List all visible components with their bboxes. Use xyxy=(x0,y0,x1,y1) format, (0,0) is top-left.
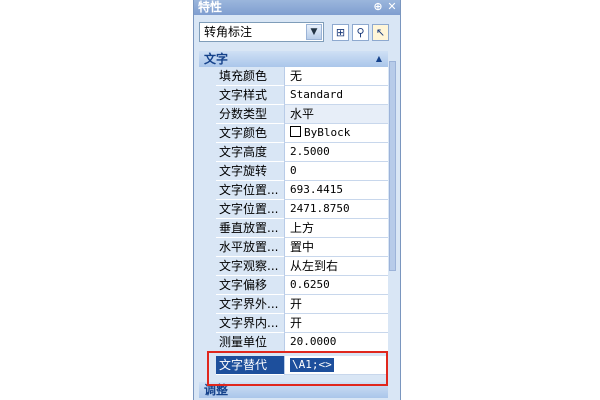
properties-palette: 特性 ⊕ ✕ 转角标注 ▼ ⊞ ⚲ ↖ 文字 ▲ 填充颜色 无 文字样式 Sta… xyxy=(193,0,401,400)
property-row[interactable]: 文字观察... 从左到右 xyxy=(199,257,394,276)
scrollbar-thumb[interactable] xyxy=(389,61,396,271)
object-type-value: 转角标注 xyxy=(204,25,253,39)
vertical-scrollbar[interactable] xyxy=(388,51,398,400)
property-row[interactable]: 文字旋转 0 xyxy=(199,162,394,181)
property-row[interactable]: 垂直放置... 上方 xyxy=(199,219,394,238)
property-name: 文字界内... xyxy=(216,314,284,333)
property-name: 测量单位 xyxy=(216,333,284,352)
pin-icon[interactable]: ⊕ xyxy=(372,1,384,13)
property-name: 水平放置... xyxy=(216,238,284,257)
property-row[interactable]: 文字样式 Standard xyxy=(199,86,394,105)
section-text-header[interactable]: 文字 ▲ xyxy=(199,51,388,67)
property-value[interactable]: ByBlock xyxy=(284,124,394,143)
palette-toolbar: 转角标注 ▼ ⊞ ⚲ ↖ xyxy=(194,15,400,51)
property-value[interactable]: 水平 xyxy=(284,105,394,124)
close-icon[interactable]: ✕ xyxy=(386,1,398,13)
select-objects-icon[interactable]: ↖ xyxy=(372,24,389,41)
property-row[interactable]: 填充颜色 无 xyxy=(199,67,394,86)
property-value[interactable]: 从左到右 xyxy=(284,257,394,276)
property-value[interactable]: 0.6250 xyxy=(284,276,394,295)
property-name: 文字偏移 xyxy=(216,276,284,295)
color-swatch-icon xyxy=(290,126,301,137)
property-name: 文字观察... xyxy=(216,257,284,276)
property-name: 文字位置... xyxy=(216,181,284,200)
property-value[interactable]: 无 xyxy=(284,67,394,86)
property-value-text: ByBlock xyxy=(304,126,351,139)
object-type-dropdown[interactable]: 转角标注 ▼ xyxy=(199,22,324,42)
property-name: 文字高度 xyxy=(216,143,284,162)
property-name: 文字界外... xyxy=(216,295,284,314)
property-value[interactable]: 693.4415 xyxy=(284,181,394,200)
property-value[interactable]: 开 xyxy=(284,295,394,314)
property-name: 填充颜色 xyxy=(216,67,284,86)
property-name: 文字位置... xyxy=(216,200,284,219)
property-row[interactable]: 文字界外... 开 xyxy=(199,295,394,314)
property-name: 文字颜色 xyxy=(216,124,284,143)
property-row[interactable]: 文字界内... 开 xyxy=(199,314,394,333)
property-name: 垂直放置... xyxy=(216,219,284,238)
property-row[interactable]: 文字偏移 0.6250 xyxy=(199,276,394,295)
section-text-label: 文字 xyxy=(204,52,229,66)
property-value[interactable]: 0 xyxy=(284,162,394,181)
property-value[interactable]: 2471.8750 xyxy=(284,200,394,219)
property-row[interactable]: 文字位置... 693.4415 xyxy=(199,181,394,200)
palette-title: 特性 xyxy=(198,0,223,14)
palette-titlebar[interactable]: 特性 ⊕ ✕ xyxy=(194,0,400,15)
highlight-box xyxy=(207,351,388,386)
property-name: 文字样式 xyxy=(216,86,284,105)
property-row[interactable]: 文字颜色 ByBlock xyxy=(199,124,394,143)
chevron-up-icon[interactable]: ▲ xyxy=(376,51,382,67)
select-toggle-icon[interactable]: ⊞ xyxy=(332,24,349,41)
property-value[interactable]: Standard xyxy=(284,86,394,105)
property-value[interactable]: 2.5000 xyxy=(284,143,394,162)
property-value[interactable]: 20.0000 xyxy=(284,333,394,352)
property-grid: 文字 ▲ 填充颜色 无 文字样式 Standard 分数类型 水平 文字颜色 B… xyxy=(199,51,394,400)
property-row[interactable]: 文字位置... 2471.8750 xyxy=(199,200,394,219)
property-value[interactable]: 上方 xyxy=(284,219,394,238)
property-row[interactable]: 文字高度 2.5000 xyxy=(199,143,394,162)
property-row[interactable]: 测量单位 20.0000 xyxy=(199,333,394,352)
property-row[interactable]: 分数类型 水平 xyxy=(199,105,394,124)
property-value[interactable]: 开 xyxy=(284,314,394,333)
property-row[interactable]: 水平放置... 置中 xyxy=(199,238,394,257)
chevron-down-icon[interactable]: ▼ xyxy=(306,24,322,40)
quick-select-icon[interactable]: ⚲ xyxy=(352,24,369,41)
property-name: 文字旋转 xyxy=(216,162,284,181)
property-name: 分数类型 xyxy=(216,105,284,124)
property-value[interactable]: 置中 xyxy=(284,238,394,257)
